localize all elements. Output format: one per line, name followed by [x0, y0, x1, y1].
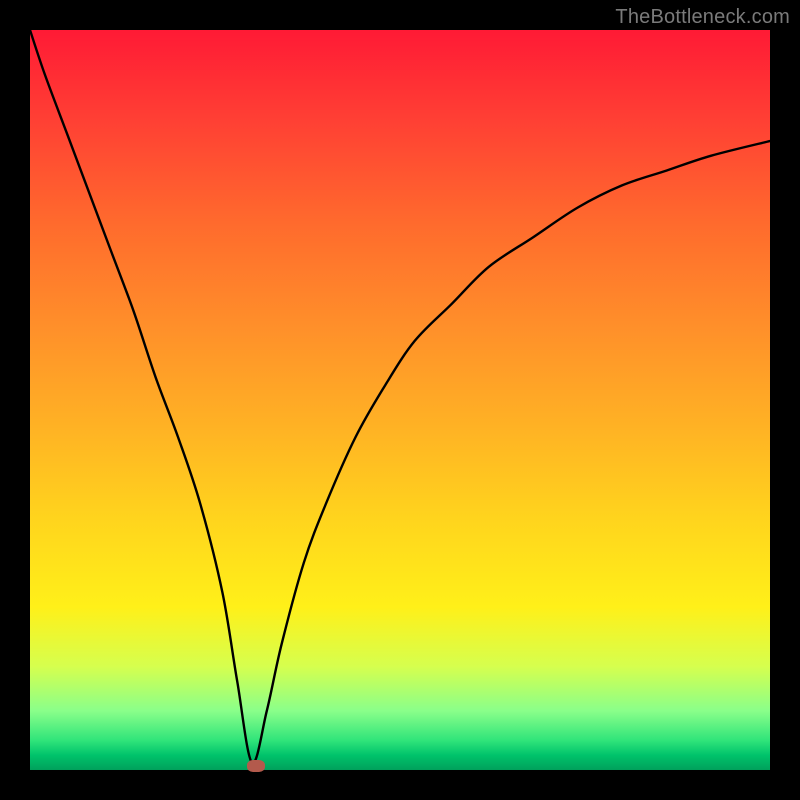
optimal-point-marker [247, 760, 265, 772]
chart-frame: TheBottleneck.com [0, 0, 800, 800]
bottleneck-curve [30, 30, 770, 770]
watermark-text: TheBottleneck.com [615, 6, 790, 29]
plot-area [30, 30, 770, 770]
